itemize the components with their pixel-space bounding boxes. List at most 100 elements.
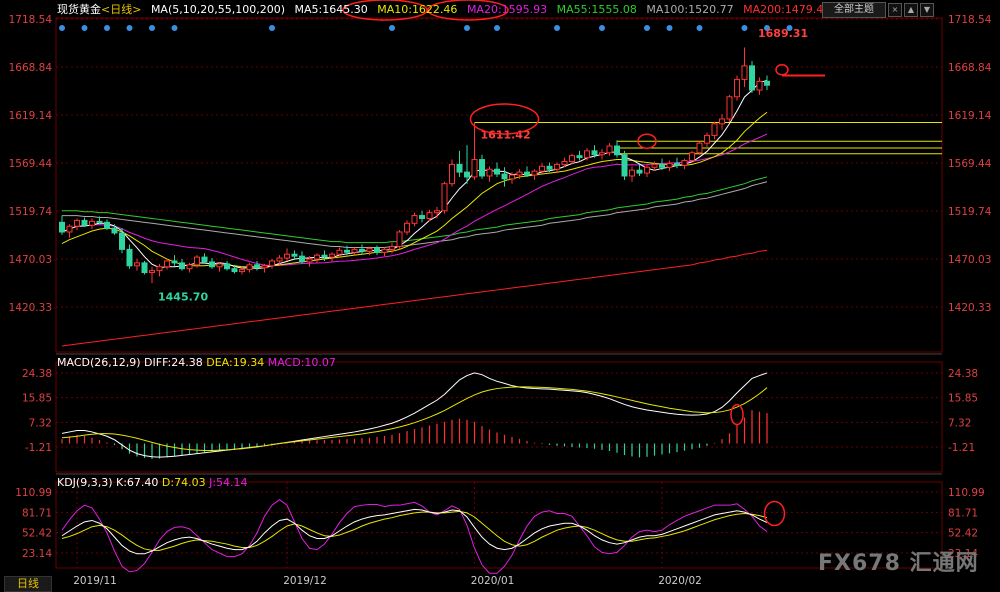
event-dot — [599, 25, 605, 31]
candle-body — [134, 262, 140, 267]
event-dot — [696, 25, 703, 31]
highlight-ellipse — [763, 500, 786, 527]
price-tick-label-right: 1519.74 — [948, 206, 992, 218]
candle-body — [651, 163, 658, 168]
event-dot — [666, 25, 673, 31]
x-tick-label: 2020/02 — [658, 575, 702, 587]
candle-body — [561, 160, 568, 165]
close-icon[interactable]: × — [888, 3, 902, 17]
candle-body — [464, 171, 470, 178]
macd-tick-label-right: 15.85 — [948, 393, 978, 405]
candle-body — [644, 166, 650, 174]
candle-body — [681, 160, 688, 166]
x-tick-label: 2019/12 — [283, 575, 327, 587]
x-tick-label: 2020/01 — [471, 575, 515, 587]
tab-daily[interactable]: 日线 — [4, 576, 52, 592]
candle-body — [254, 264, 260, 269]
price-tick-label-left: 1420.33 — [9, 302, 52, 314]
candle-body — [89, 220, 95, 226]
event-dot — [104, 25, 110, 31]
candle-body — [726, 96, 733, 120]
candle-body — [471, 159, 478, 178]
candle-body — [434, 210, 440, 214]
event-dot — [171, 25, 178, 31]
price-header: 现货黄金<日线> MA(5,10,20,55,100,200) MA5:1645… — [57, 2, 836, 18]
candle-body — [666, 162, 673, 168]
macd-macd-value: MACD:10.07 — [267, 356, 336, 369]
event-dot — [464, 25, 470, 31]
price-tick-label-right: 1569.44 — [948, 158, 992, 170]
candle-body — [111, 227, 118, 234]
kdj-header: KDJ(9,3,3) K:67.40 D:74.03 J:54.14 — [57, 476, 248, 489]
kdj-tick-label-left: 23.14 — [22, 548, 52, 560]
candle-body — [569, 155, 575, 162]
macd-tick-label-right: -1.21 — [948, 442, 975, 454]
candle-body — [261, 265, 268, 269]
candle-body — [276, 257, 283, 262]
candle-body — [194, 256, 200, 266]
candle-body — [396, 231, 403, 247]
candle-body — [494, 168, 500, 175]
price-tick-label-left: 1470.03 — [9, 254, 52, 266]
candle-body — [411, 215, 418, 224]
price-tick-label-right: 1668.84 — [948, 62, 992, 74]
macd-dea-value: DEA:19.34 — [206, 356, 265, 369]
candle-body — [96, 220, 103, 223]
price-tick-label-left: 1668.84 — [9, 62, 53, 74]
candle-body — [201, 256, 208, 263]
candle-body — [734, 78, 740, 98]
kdj-tick-label-left: 81.71 — [22, 507, 52, 519]
candle-body — [554, 163, 560, 170]
candle-body — [149, 270, 155, 274]
highlight-ellipse — [775, 63, 789, 76]
candle-body — [119, 232, 125, 250]
candle-body — [284, 253, 290, 259]
period-label: <日线> — [101, 3, 142, 16]
candle-body — [531, 170, 538, 176]
arrow-up-icon[interactable]: ▲ — [904, 3, 918, 17]
candle-body — [426, 212, 433, 219]
candle-body — [126, 248, 133, 267]
candle-body — [614, 145, 620, 156]
event-dot — [269, 25, 275, 31]
macd-panel — [61, 372, 768, 459]
candle-body — [449, 163, 455, 185]
candle-body — [329, 253, 335, 258]
candle-body — [606, 145, 613, 154]
candle-body — [141, 262, 148, 274]
event-dot — [59, 25, 65, 31]
candle-body — [764, 80, 770, 86]
panel-frame — [55, 481, 943, 569]
event-dot — [644, 25, 650, 31]
candle-body — [359, 248, 365, 252]
macd-tick-label-left: 15.85 — [22, 393, 52, 405]
candle-body — [381, 248, 388, 253]
price-tick-label-right: 1420.33 — [948, 302, 991, 314]
candle-body — [336, 249, 343, 255]
chart-canvas: 1689.31 1611.42 1445.70 1718.54 1718.54 1668… — [9, 0, 992, 587]
candle-body — [104, 221, 110, 229]
candle-body — [419, 215, 425, 219]
event-dot — [494, 25, 500, 31]
theme-select-button[interactable]: 全部主题 — [822, 2, 886, 18]
candle-body — [374, 247, 380, 253]
event-dot — [126, 25, 133, 31]
candle-body — [156, 266, 163, 272]
candle-body — [659, 163, 665, 168]
candle-body — [539, 165, 545, 172]
ma55-value: MA55:1555.08 — [556, 3, 637, 16]
price-tick-label-left: 1519.74 — [9, 206, 53, 218]
macd-tick-label-left: 7.32 — [29, 417, 52, 429]
price-tick-label-right: 1718.54 — [948, 14, 992, 26]
candle-body — [389, 245, 395, 250]
arrow-down-icon[interactable]: ▼ — [920, 3, 934, 17]
kdj-tick-label-right: 81.71 — [948, 507, 978, 519]
candle-body — [674, 162, 680, 166]
price-annotation: 1689.31 — [758, 27, 808, 40]
candle-body — [636, 169, 643, 174]
candle-body — [299, 255, 305, 263]
candle-body — [591, 150, 598, 156]
candle-body — [306, 258, 313, 263]
candle-body — [314, 254, 320, 260]
kdj-d-value: D:74.03 — [161, 476, 206, 489]
